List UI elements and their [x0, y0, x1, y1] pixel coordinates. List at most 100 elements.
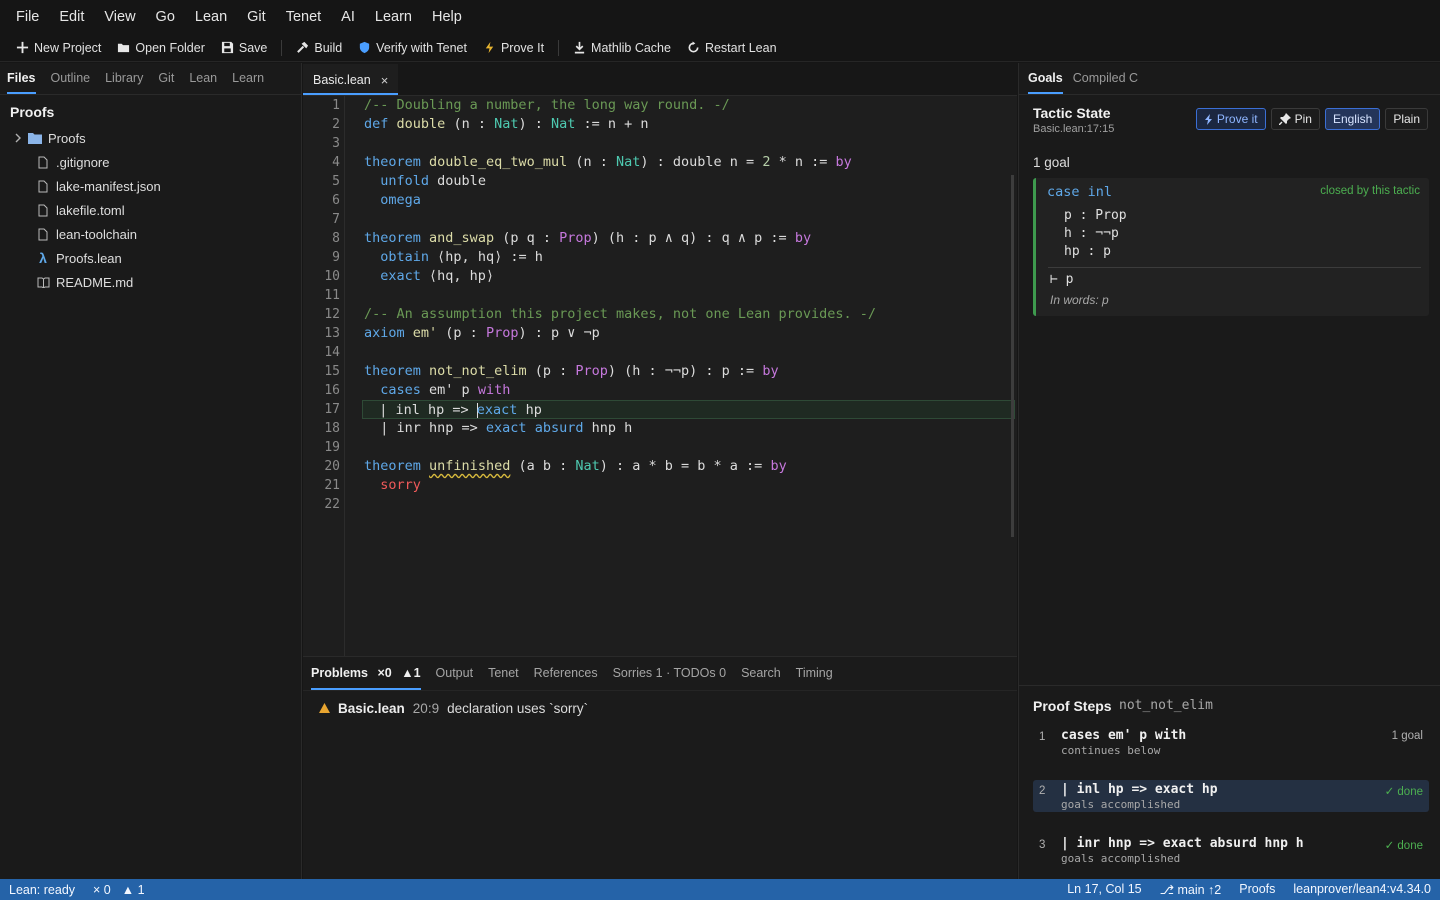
status-bar-right: Ln 17, Col 15 ⎇ main ↑2 Proofs leanprove… [1058, 882, 1440, 897]
step-sub: continues below [1061, 744, 1161, 757]
lightning-icon [1204, 113, 1212, 125]
line-number: 21 [324, 478, 340, 493]
menu-file[interactable]: File [6, 0, 49, 34]
tab-learn[interactable]: Learn [232, 71, 264, 94]
line-number: 1 [332, 98, 340, 113]
tree-folder-proofs[interactable]: Proofs [0, 126, 301, 150]
sidebar-tabs: Files Outline Library Git Lean Learn [0, 63, 301, 95]
menu-git[interactable]: Git [237, 0, 276, 34]
current-code-line: | inl hp => exact hp [362, 400, 1015, 419]
tab-sorries[interactable]: Sorries 1 · TODOs 0 [613, 666, 726, 690]
tab-outline[interactable]: Outline [51, 71, 91, 94]
bottom-panel: Problems ×0 ▲1 Output Tenet References S… [303, 656, 1017, 879]
code-line: theorem and_swap (p q : Prop) (h : p ∧ q… [364, 230, 812, 246]
tree-file-lake-manifest[interactable]: lake-manifest.json [0, 174, 301, 198]
menu-tenet[interactable]: Tenet [276, 0, 331, 34]
proof-step[interactable]: 3 | inr hnp => exact absurd hnp h goals … [1033, 834, 1429, 866]
goal-target: ⊢ p [1050, 272, 1074, 287]
case-keyword: case [1047, 184, 1080, 200]
line-number: 17 [324, 402, 340, 417]
editor-tab-basic-lean[interactable]: Basic.lean × [303, 64, 399, 95]
line-number: 19 [324, 440, 340, 455]
tree-file-lakefile[interactable]: lakefile.toml [0, 198, 301, 222]
editor-tab-label: Basic.lean [313, 73, 371, 87]
close-icon[interactable]: × [381, 73, 389, 88]
tab-git[interactable]: Git [158, 71, 174, 94]
tab-compiled-c[interactable]: Compiled C [1073, 71, 1138, 94]
proof-steps: Proof Steps not_not_elim 1 cases em' p w… [1019, 685, 1440, 879]
menu-go[interactable]: Go [146, 0, 185, 34]
tab-library[interactable]: Library [105, 71, 143, 94]
tactic-state-location: Basic.lean:17:15 [1033, 123, 1115, 135]
tree-folder-label: Proofs [48, 130, 86, 146]
status-warning-count[interactable]: ▲ 1 [113, 883, 154, 897]
tree-file-gitignore[interactable]: .gitignore [0, 150, 301, 174]
tab-search[interactable]: Search [741, 666, 781, 690]
lean-toolchain[interactable]: leanprover/lean4:v4.34.0 [1284, 882, 1440, 897]
mathlib-cache-button[interactable]: Mathlib Cache [565, 35, 679, 61]
pin-button[interactable]: Pin [1270, 108, 1320, 130]
restart-lean-button[interactable]: Restart Lean [679, 35, 785, 61]
proof-steps-theorem: not_not_elim [1119, 698, 1213, 713]
save-button[interactable]: Save [213, 35, 276, 61]
git-branch[interactable]: ⎇ main ↑2 [1151, 882, 1231, 897]
menu-help[interactable]: Help [422, 0, 472, 34]
plain-toggle[interactable]: Plain [1385, 108, 1428, 130]
line-number: 5 [332, 174, 340, 189]
verify-button[interactable]: Verify with Tenet [350, 35, 475, 61]
step-sub: goals accomplished [1061, 798, 1181, 811]
line-number: 8 [332, 231, 340, 246]
menu-edit[interactable]: Edit [49, 0, 94, 34]
editor-scrollbar[interactable] [1011, 175, 1014, 537]
pin-label: Pin [1294, 112, 1312, 126]
code-area[interactable]: /-- Doubling a number, the long way roun… [362, 96, 1017, 656]
project-name[interactable]: Proofs [1230, 882, 1284, 897]
tree-file-readme[interactable]: README.md [0, 270, 301, 294]
tactic-state-title: Tactic State [1033, 105, 1111, 121]
menu-learn[interactable]: Learn [365, 0, 422, 34]
menu-ai[interactable]: AI [331, 0, 365, 34]
chevron-right-icon[interactable] [10, 131, 26, 146]
line-number: 18 [324, 421, 340, 436]
problem-item[interactable]: Basic.lean 20:9 declaration uses `sorry` [303, 691, 1017, 716]
menu-lean[interactable]: Lean [185, 0, 237, 34]
tab-files[interactable]: Files [7, 71, 36, 94]
status-error-count[interactable]: × 0 [84, 883, 113, 897]
code-line: /-- An assumption this project makes, no… [364, 306, 877, 322]
tab-goals[interactable]: Goals [1028, 71, 1063, 94]
prove-button[interactable]: Prove It [475, 35, 552, 61]
code-line: sorry [380, 477, 421, 493]
case-name: inl [1087, 184, 1113, 200]
open-folder-button[interactable]: Open Folder [109, 35, 212, 61]
problem-file: Basic.lean [338, 701, 405, 716]
tab-tenet[interactable]: Tenet [488, 666, 519, 690]
tab-timing[interactable]: Timing [796, 666, 833, 690]
tab-problems[interactable]: Problems ×0 ▲1 [311, 666, 421, 690]
tab-lean[interactable]: Lean [189, 71, 217, 94]
english-toggle[interactable]: English [1324, 108, 1381, 130]
prove-it-button[interactable]: Prove it [1195, 108, 1266, 130]
build-button[interactable]: Build [288, 35, 350, 61]
tree-file-proofs-lean[interactable]: λ Proofs.lean [0, 246, 301, 270]
goal-case: case inl [1047, 184, 1112, 200]
proof-step[interactable]: 1 cases em' p with continues below 1 goa… [1033, 726, 1429, 758]
code-line: exact ⟨hq, hp⟩ [380, 268, 495, 284]
verify-label: Verify with Tenet [376, 40, 467, 55]
new-project-button[interactable]: New Project [8, 35, 109, 61]
build-label: Build [314, 40, 343, 55]
shield-icon [360, 41, 370, 54]
tree-file-lean-toolchain[interactable]: lean-toolchain [0, 222, 301, 246]
line-number: 2 [332, 117, 340, 132]
lean-status[interactable]: Lean: ready [0, 883, 84, 897]
toolbar: New Project Open Folder Save Build Verif… [0, 34, 1440, 62]
cursor-position[interactable]: Ln 17, Col 15 [1058, 882, 1150, 897]
menu-view[interactable]: View [94, 0, 145, 34]
step-code: cases em' p with [1061, 728, 1187, 743]
tab-references[interactable]: References [534, 666, 598, 690]
panel-tabs: Problems ×0 ▲1 Output Tenet References S… [303, 657, 1017, 691]
tab-output[interactable]: Output [436, 666, 474, 690]
proof-step[interactable]: 2 | inl hp => exact hp goals accomplishe… [1033, 780, 1429, 812]
